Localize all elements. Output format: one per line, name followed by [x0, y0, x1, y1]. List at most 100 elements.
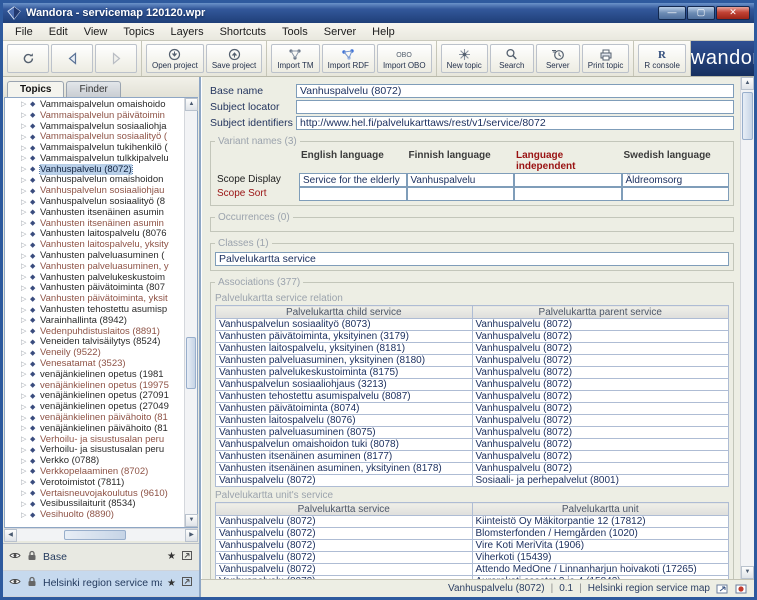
association-row[interactable]: Vanhusten laitospalvelu (8076)Vanhuspalv…: [216, 415, 729, 427]
save-project-button[interactable]: Save project: [206, 44, 262, 73]
association-cell[interactable]: Vanhusten päivätoiminta (8074): [216, 403, 473, 415]
association-row[interactable]: Vanhusten päivätoiminta (8074)Vanhuspalv…: [216, 403, 729, 415]
association-cell[interactable]: Attendo MedOne / Linnanharjun hoivakoti …: [472, 564, 729, 576]
association-column-header[interactable]: Palvelukartta child service: [216, 306, 473, 319]
expand-arrow-icon[interactable]: ▷: [21, 392, 30, 400]
status-window-icon[interactable]: [716, 583, 729, 595]
import-rdf-button[interactable]: Import RDF: [322, 44, 375, 73]
search-button[interactable]: Search: [490, 44, 534, 73]
association-row[interactable]: Vanhusten palveluasuminen, yksityinen (8…: [216, 355, 729, 367]
expand-arrow-icon[interactable]: ▷: [21, 500, 30, 508]
association-cell[interactable]: Vanhuspalvelu (8072): [472, 379, 729, 391]
variant-value-field[interactable]: [407, 187, 515, 201]
tree-item[interactable]: ▷◆Vanhuspalvelu (8072): [7, 164, 184, 175]
expand-arrow-icon[interactable]: ▷: [21, 252, 30, 260]
association-cell[interactable]: Viherkoti (15439): [472, 552, 729, 564]
association-cell[interactable]: Vanhusten laitospalvelu, yksityinen (818…: [216, 343, 473, 355]
association-cell[interactable]: Vanhuspalvelun sosiaalityö (8073): [216, 319, 473, 331]
subject-identifiers-field[interactable]: http://www.hel.fi/palvelukarttaws/rest/v…: [296, 116, 734, 130]
star-icon[interactable]: ★: [167, 578, 176, 589]
tree-item[interactable]: ▷◆Vanhuspalvelun sosiaaliohjau: [7, 185, 184, 196]
tree-item[interactable]: ▷◆Vanhusten palvelukeskustoim: [7, 272, 184, 283]
expand-arrow-icon[interactable]: ▷: [21, 306, 30, 314]
association-cell[interactable]: Vanhusten laitospalvelu (8076): [216, 415, 473, 427]
expand-arrow-icon[interactable]: ▷: [21, 230, 30, 238]
tree-vscroll-thumb[interactable]: [186, 337, 196, 389]
association-cell[interactable]: Vanhuspalvelu (8072): [472, 391, 729, 403]
association-cell[interactable]: Vanhusten päivätoiminta, yksityinen (317…: [216, 331, 473, 343]
content-vertical-scrollbar[interactable]: ▲ ▼: [740, 77, 754, 579]
association-cell[interactable]: Vanhuspalvelu (8072): [216, 552, 473, 564]
layer-base[interactable]: Base★: [3, 544, 199, 571]
expand-arrow-icon[interactable]: ▷: [21, 219, 30, 227]
menu-layers[interactable]: Layers: [163, 25, 212, 39]
tree-item[interactable]: ▷◆Vanhusten laitospalvelu (8076: [7, 229, 184, 240]
tree-item[interactable]: ▷◆venäjänkielinen opetus (27049: [7, 401, 184, 412]
expand-arrow-icon[interactable]: ▷: [21, 100, 30, 108]
association-row[interactable]: Vanhuspalvelun sosiaaliohjaus (3213)Vanh…: [216, 379, 729, 391]
variant-value-field[interactable]: Vanhuspalvelu: [407, 173, 515, 187]
import-obo-button[interactable]: OBOImport OBO: [377, 44, 432, 73]
association-cell[interactable]: Vanhuspalvelu (8072): [472, 367, 729, 379]
eye-icon[interactable]: [9, 550, 21, 564]
variant-value-field[interactable]: [299, 187, 407, 201]
expand-arrow-icon[interactable]: ▷: [21, 457, 30, 465]
tree-item[interactable]: ▷◆Vammaispalvelun tukihenkilö (: [7, 142, 184, 153]
tree-item[interactable]: ▷◆venäjänkielinen päivähoito (81: [7, 423, 184, 434]
tree-item[interactable]: ▷◆Vanhusten tehostettu asumisp: [7, 304, 184, 315]
server-button[interactable]: Server: [536, 44, 580, 73]
expand-arrow-icon[interactable]: ▷: [21, 446, 30, 454]
layer-release-icon[interactable]: [181, 576, 193, 590]
association-column-header[interactable]: Palvelukartta parent service: [472, 306, 729, 319]
expand-arrow-icon[interactable]: ▷: [21, 381, 30, 389]
tree-item[interactable]: ▷◆Vesibussilaiturit (8534): [7, 498, 184, 509]
association-cell[interactable]: Vire Koti MeriVita (1906): [472, 540, 729, 552]
menu-file[interactable]: File: [7, 25, 41, 39]
variant-value-field[interactable]: Service for the elderly: [299, 173, 407, 187]
expand-arrow-icon[interactable]: ▷: [21, 295, 30, 303]
tree-item[interactable]: ▷◆Vanhusten laitospalvelu, yksity: [7, 239, 184, 250]
association-cell[interactable]: Vanhuspalvelu (8072): [472, 319, 729, 331]
tree-item[interactable]: ▷◆Vammaispalvelun tulkkipalvelu: [7, 153, 184, 164]
variant-value-field[interactable]: Äldreomsorg: [622, 173, 730, 187]
lock-icon[interactable]: [26, 550, 38, 564]
tree-item[interactable]: ▷◆Vedenpuhdistuslaitos (8891): [7, 326, 184, 337]
association-cell[interactable]: Vanhuspalvelu (8072): [216, 516, 473, 528]
forward-button[interactable]: [95, 44, 137, 73]
expand-arrow-icon[interactable]: ▷: [21, 111, 30, 119]
expand-arrow-icon[interactable]: ▷: [21, 176, 30, 184]
tree-item[interactable]: ▷◆Verotoimistot (7811): [7, 477, 184, 488]
expand-arrow-icon[interactable]: ▷: [21, 122, 30, 130]
tree-item[interactable]: ▷◆Vanhuspalvelun omaishoidon: [7, 175, 184, 186]
expand-arrow-icon[interactable]: ▷: [21, 414, 30, 422]
refresh-button[interactable]: [7, 44, 49, 73]
tree-item[interactable]: ▷◆venäjänkielinen päivähoito (81: [7, 412, 184, 423]
association-cell[interactable]: Vanhuspalvelu (8072): [216, 540, 473, 552]
association-cell[interactable]: Sosiaali- ja perhepalvelut (8001): [472, 475, 729, 487]
menu-tools[interactable]: Tools: [274, 25, 316, 39]
content-vscroll-thumb[interactable]: [742, 92, 753, 140]
tree-item[interactable]: ▷◆Vanhusten palveluasuminen, y: [7, 261, 184, 272]
expand-arrow-icon[interactable]: ▷: [21, 360, 30, 368]
association-row[interactable]: Vanhusten tehostettu asumispalvelu (8087…: [216, 391, 729, 403]
association-cell[interactable]: Vanhuspalvelu (8072): [472, 439, 729, 451]
expand-arrow-icon[interactable]: ▷: [21, 316, 30, 324]
association-cell[interactable]: Vanhusten itsenäinen asuminen, yksityine…: [216, 463, 473, 475]
print-topic-button[interactable]: Print topic: [582, 44, 630, 73]
association-cell[interactable]: Blomsterfonden / Hemgården (1020): [472, 528, 729, 540]
base-name-field[interactable]: Vanhuspalvelu (8072): [296, 84, 734, 98]
scroll-up-icon[interactable]: ▲: [185, 98, 198, 111]
expand-arrow-icon[interactable]: ▷: [21, 154, 30, 162]
eye-icon[interactable]: [9, 576, 21, 590]
association-cell[interactable]: Vanhuspalvelu (8072): [472, 463, 729, 475]
tree-item[interactable]: ▷◆Verkko (0788): [7, 455, 184, 466]
expand-arrow-icon[interactable]: ▷: [21, 489, 30, 497]
tree-item[interactable]: ▷◆Venesatamat (3523): [7, 358, 184, 369]
association-row[interactable]: Vanhusten palveluasuminen (8075)Vanhuspa…: [216, 427, 729, 439]
association-row[interactable]: Vanhuspalvelu (8072)Vire Koti MeriVita (…: [216, 540, 729, 552]
expand-arrow-icon[interactable]: ▷: [21, 327, 30, 335]
close-button[interactable]: ✕: [716, 6, 750, 20]
expand-arrow-icon[interactable]: ▷: [21, 144, 30, 152]
association-row[interactable]: Vanhusten itsenäinen asuminen (8177)Vanh…: [216, 451, 729, 463]
scroll-left-icon[interactable]: ◀: [4, 529, 17, 542]
